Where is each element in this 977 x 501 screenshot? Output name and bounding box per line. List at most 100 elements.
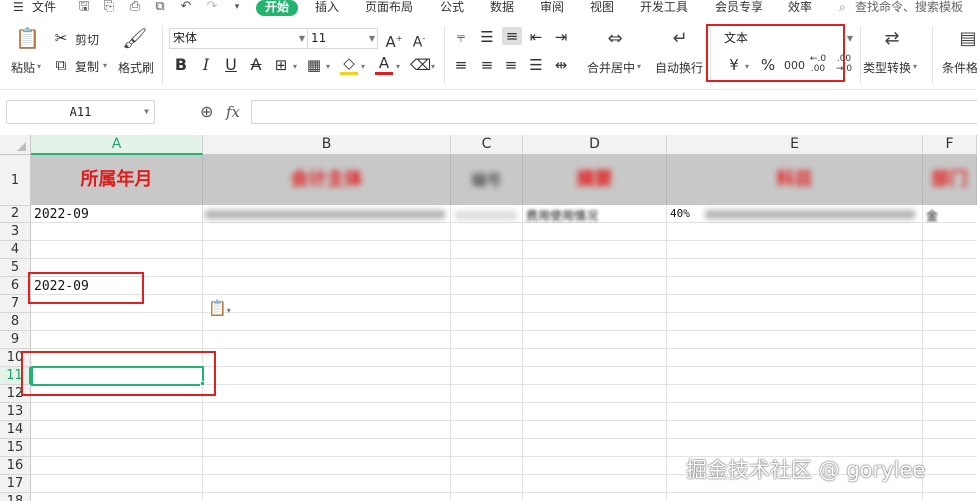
type-convert-icon[interactable]: ⇄ <box>879 28 905 50</box>
align-top-icon[interactable]: ⫧ <box>452 28 470 46</box>
row-header-1[interactable]: 1 <box>0 155 31 206</box>
cell-a2[interactable]: 2022-09 <box>34 207 89 222</box>
align-center-icon[interactable]: ≡ <box>478 56 496 74</box>
paste-icon[interactable]: 📋 <box>15 27 40 49</box>
tab-page-layout[interactable]: 页面布局 <box>365 0 413 16</box>
column-header-d[interactable]: D <box>523 135 667 155</box>
merge-dropdown-icon[interactable]: ▾ <box>637 62 641 71</box>
paste-button-label[interactable]: 粘贴 <box>11 59 35 76</box>
export-icon[interactable]: ⎘ <box>101 0 117 15</box>
bold-icon[interactable]: B <box>172 56 190 74</box>
row-header-8[interactable]: 8 <box>0 313 31 331</box>
distributed-icon[interactable]: ⇹ <box>552 56 570 74</box>
font-name-select[interactable]: 宋体 ▼ <box>169 28 308 49</box>
indent-icon[interactable]: ⇥ <box>552 28 570 46</box>
header-cell-d1[interactable]: 摘要 <box>523 155 667 205</box>
search-icon[interactable]: ⌕ <box>839 0 846 16</box>
function-icon[interactable]: fx <box>226 103 240 121</box>
border-dropdown-icon[interactable]: ▾ <box>290 58 300 76</box>
undo-icon[interactable]: ↶ <box>178 0 194 15</box>
clear-dropdown-icon[interactable]: ▾ <box>428 58 438 76</box>
print-preview-icon[interactable]: ⧉ <box>152 0 168 15</box>
cell-e2[interactable]: 40% <box>670 207 690 220</box>
cell-d2[interactable]: 费用使用情况 <box>526 207 598 224</box>
formula-input[interactable] <box>251 100 977 124</box>
column-header-a[interactable]: A <box>31 135 203 155</box>
merge-center-icon[interactable]: ⇔ <box>602 28 628 50</box>
command-search-input[interactable]: 查找命令、搜索模板 <box>855 0 963 16</box>
tab-insert[interactable]: 插入 <box>315 0 339 16</box>
tab-member[interactable]: 会员专享 <box>715 0 763 16</box>
paste-options-icon[interactable]: 📋▾ <box>208 299 231 317</box>
copy-icon[interactable]: ⧉ <box>52 56 70 74</box>
row-header-6[interactable]: 6 <box>0 277 31 295</box>
row-header-15[interactable]: 15 <box>0 439 31 457</box>
hamburger-icon[interactable]: ☰ <box>13 0 24 16</box>
tab-formula[interactable]: 公式 <box>440 0 464 16</box>
font-color-icon[interactable]: A <box>375 54 393 75</box>
copy-dropdown-icon[interactable]: ▾ <box>103 61 107 70</box>
type-convert-button[interactable]: 类型转换 <box>863 59 911 76</box>
row-header-9[interactable]: 9 <box>0 331 31 349</box>
wrap-text-button[interactable]: 自动换行 <box>655 59 703 76</box>
paste-dropdown-icon[interactable]: ▾ <box>37 62 41 71</box>
merge-center-button[interactable]: 合并居中 <box>587 59 635 76</box>
header-cell-f1[interactable]: 部门 <box>923 155 977 205</box>
border-icon[interactable]: ⊞ <box>272 56 290 74</box>
font-size-select[interactable]: 11 ▼ <box>307 28 378 49</box>
align-bottom-icon[interactable]: ≡ <box>502 27 522 45</box>
font-color-dropdown-icon[interactable]: ▾ <box>393 58 403 76</box>
redo-icon[interactable]: ↷ <box>204 0 220 15</box>
tab-developer[interactable]: 开发工具 <box>640 0 688 16</box>
header-cell-e1[interactable]: 科目 <box>667 155 923 205</box>
header-cell-c1[interactable]: 编号 <box>451 155 523 205</box>
wrap-text-icon[interactable]: ↵ <box>667 28 693 50</box>
select-all-corner[interactable] <box>0 135 31 155</box>
header-cell-a1[interactable]: 所属年月 <box>31 155 203 205</box>
row-header-16[interactable]: 16 <box>0 457 31 475</box>
justify-icon[interactable]: ☰ <box>527 56 545 74</box>
row-header-17[interactable]: 17 <box>0 475 31 493</box>
copy-button[interactable]: 复制 <box>75 58 99 75</box>
clear-format-icon[interactable]: ⌫ <box>410 56 431 74</box>
column-header-e[interactable]: E <box>667 135 923 155</box>
underline-icon[interactable]: U <box>222 56 240 74</box>
italic-icon[interactable]: I <box>197 56 215 74</box>
tab-efficiency[interactable]: 效率 <box>788 0 812 16</box>
row-header-2[interactable]: 2 <box>0 206 31 223</box>
print-icon[interactable]: ⎙ <box>127 0 143 15</box>
save-icon[interactable]: 🖫 <box>76 0 92 15</box>
column-header-c[interactable]: C <box>451 135 523 155</box>
column-header-f[interactable]: F <box>923 135 977 155</box>
menu-file[interactable]: 文件 <box>32 0 56 16</box>
row-header-14[interactable]: 14 <box>0 421 31 439</box>
align-right-icon[interactable]: ≡ <box>502 56 520 74</box>
cell-style-icon[interactable]: ▦ <box>305 56 323 74</box>
row-header-18[interactable]: 18 <box>0 493 31 501</box>
align-left-icon[interactable]: ≡ <box>452 56 470 74</box>
zoom-icon[interactable]: ⊕ <box>200 102 213 121</box>
fill-color-icon[interactable]: ◇ <box>340 54 358 75</box>
type-convert-dropdown-icon[interactable]: ▾ <box>913 62 917 71</box>
row-header-5[interactable]: 5 <box>0 259 31 277</box>
increase-font-icon[interactable]: A+ <box>385 30 403 51</box>
scissors-icon[interactable]: ✂ <box>52 29 70 47</box>
outdent-icon[interactable]: ⇤ <box>527 28 545 46</box>
format-painter-button[interactable]: 格式刷 <box>118 59 154 76</box>
column-header-b[interactable]: B <box>203 135 451 155</box>
row-header-3[interactable]: 3 <box>0 223 31 241</box>
decrease-font-icon[interactable]: A- <box>410 30 428 52</box>
align-middle-icon[interactable]: ☰ <box>478 28 496 46</box>
conditional-format-icon[interactable]: ▤ <box>956 28 977 50</box>
more-dropdown-icon[interactable]: ▾ <box>229 0 245 15</box>
row-header-7[interactable]: 7 <box>0 295 31 313</box>
cut-button[interactable]: 剪切 <box>75 31 99 48</box>
row-header-4[interactable]: 4 <box>0 241 31 259</box>
cell-f2[interactable]: 金 <box>926 207 938 224</box>
tab-home[interactable]: 开始 <box>256 0 299 16</box>
row-header-13[interactable]: 13 <box>0 403 31 421</box>
header-cell-b1[interactable]: 会计主体 <box>203 155 451 205</box>
tab-data[interactable]: 数据 <box>490 0 514 16</box>
tab-review[interactable]: 审阅 <box>540 0 564 16</box>
name-box[interactable]: A11 ▼ <box>6 100 155 124</box>
